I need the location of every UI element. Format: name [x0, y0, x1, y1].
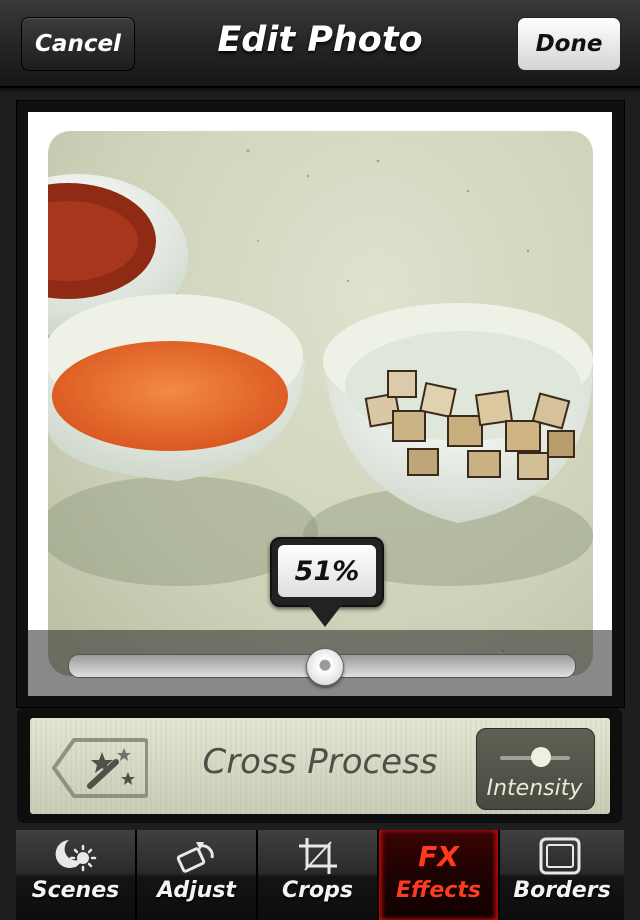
tab-scenes[interactable]: Scenes [16, 830, 137, 920]
intensity-slider-icon-knob [531, 747, 551, 767]
magic-wand-icon[interactable] [51, 738, 149, 798]
tab-label: Adjust [157, 878, 236, 903]
intensity-value-bubble: 51% [270, 537, 384, 607]
crop-icon [299, 838, 337, 874]
fx-icon: FX [418, 840, 459, 873]
borders-icon [539, 837, 581, 875]
intensity-slider-knob[interactable] [306, 648, 344, 686]
scenes-icon [55, 840, 97, 872]
adjust-icon [176, 842, 214, 873]
effect-name: Cross Process [202, 742, 438, 782]
tab-label: Borders [513, 878, 611, 903]
intensity-label: Intensity [486, 776, 583, 801]
tab-effects[interactable]: FX Effects [379, 830, 500, 920]
intensity-value: 51% [278, 545, 376, 597]
tab-crops[interactable]: Crops [258, 830, 379, 920]
done-button[interactable]: Done [517, 17, 621, 71]
cancel-button[interactable]: Cancel [21, 17, 135, 71]
bubble-pointer [305, 601, 345, 627]
page-title: Edit Photo [217, 20, 423, 60]
tab-bar: Scenes Adjust Crops FX Effects Borders [16, 830, 624, 920]
tab-adjust[interactable]: Adjust [137, 830, 258, 920]
tab-label: Crops [282, 878, 353, 903]
navigation-bar: Cancel Edit Photo Done [0, 0, 640, 88]
tab-borders[interactable]: Borders [500, 830, 624, 920]
tab-label: Effects [396, 878, 481, 903]
tab-label: Scenes [31, 878, 120, 903]
